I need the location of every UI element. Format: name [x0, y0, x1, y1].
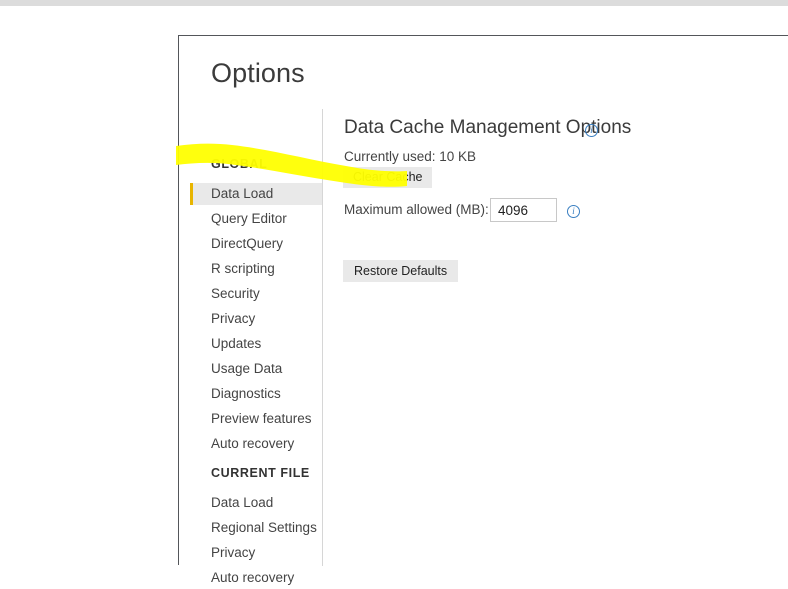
options-content-pane: Data Cache Management Options i Currentl… — [323, 109, 788, 566]
sidebar-item-current-auto-recovery[interactable]: Auto recovery — [190, 567, 322, 589]
sidebar-item-current-privacy[interactable]: Privacy — [190, 542, 322, 564]
sidebar-item-privacy[interactable]: Privacy — [190, 308, 322, 330]
options-sidebar: GLOBAL Data Load Query Editor DirectQuer… — [179, 109, 322, 585]
sidebar-item-directquery[interactable]: DirectQuery — [190, 233, 322, 255]
sidebar-item-preview-features[interactable]: Preview features — [190, 408, 322, 430]
sidebar-item-label: Diagnostics — [211, 386, 281, 401]
nav-group-title-current-file: CURRENT FILE — [211, 466, 310, 480]
sidebar-item-usage-data[interactable]: Usage Data — [190, 358, 322, 380]
nav-group-title-global: GLOBAL — [211, 157, 268, 171]
sidebar-item-label: Data Load — [211, 186, 274, 201]
max-allowed-label: Maximum allowed (MB): — [344, 202, 489, 217]
info-icon[interactable]: i — [585, 122, 598, 140]
page-title: Options — [211, 58, 305, 88]
sidebar-item-label: Data Load — [211, 495, 274, 510]
sidebar-item-label: Usage Data — [211, 361, 283, 376]
sidebar-item-current-data-load[interactable]: Data Load — [190, 492, 322, 514]
options-dialog: Options GLOBAL Data Load Query Editor Di… — [178, 35, 788, 585]
sidebar-item-label: Query Editor — [211, 211, 287, 226]
sidebar-item-label: Privacy — [211, 545, 256, 560]
sidebar-item-auto-recovery[interactable]: Auto recovery — [190, 433, 322, 455]
cache-used-label: Currently used: 10 KB — [344, 149, 477, 164]
sidebar-item-data-load[interactable]: Data Load — [190, 183, 322, 205]
sidebar-item-diagnostics[interactable]: Diagnostics — [190, 383, 322, 405]
sidebar-item-r-scripting[interactable]: R scripting — [190, 258, 322, 280]
sidebar-item-label: Updates — [211, 336, 262, 351]
sidebar-item-label: Security — [211, 286, 260, 301]
info-icon-glyph: i — [585, 124, 598, 138]
sidebar-item-updates[interactable]: Updates — [190, 333, 322, 355]
sidebar-item-security[interactable]: Security — [190, 283, 322, 305]
max-allowed-info-icon[interactable]: i — [567, 203, 580, 221]
restore-defaults-button[interactable]: Restore Defaults — [343, 260, 459, 282]
sidebar-item-regional-settings[interactable]: Regional Settings — [190, 517, 322, 539]
sidebar-item-label: Preview features — [211, 411, 312, 426]
sidebar-item-label: Privacy — [211, 311, 256, 326]
window-top-strip — [0, 0, 788, 6]
max-allowed-input[interactable] — [490, 198, 557, 222]
clear-cache-button[interactable]: Clear Cache — [343, 167, 433, 188]
info-icon-glyph: i — [567, 205, 580, 219]
sidebar-item-label: R scripting — [211, 261, 275, 276]
sidebar-item-label: Auto recovery — [211, 436, 295, 451]
sidebar-item-label: Regional Settings — [211, 520, 317, 535]
sidebar-item-label: Auto recovery — [211, 570, 295, 585]
sidebar-item-label: DirectQuery — [211, 236, 284, 251]
sidebar-item-query-editor[interactable]: Query Editor — [190, 208, 322, 230]
